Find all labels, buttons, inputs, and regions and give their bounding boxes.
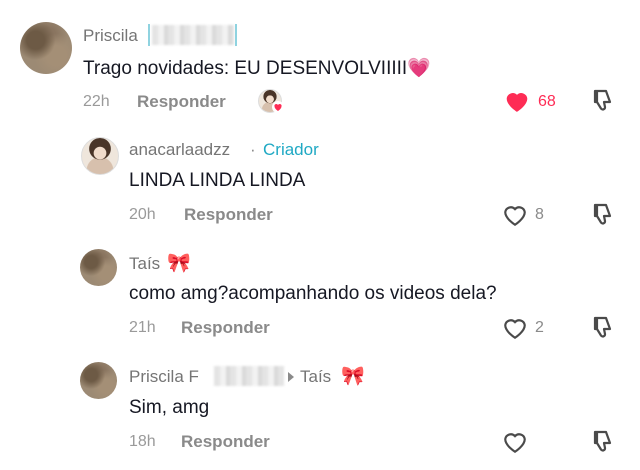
comment-text: Trago novidades: EU DESENVOLVIIIII💗	[83, 56, 431, 80]
heart-icon[interactable]	[502, 430, 528, 454]
heart-icon[interactable]	[502, 203, 528, 227]
comment-text: LINDA LINDA LINDA	[129, 170, 306, 191]
comment-time: 20h	[129, 206, 156, 223]
bow-emoji: 🎀	[167, 253, 191, 274]
separator-dot: ·	[250, 140, 256, 159]
dislike-icon[interactable]	[591, 429, 615, 455]
reply-arrow-icon	[288, 372, 294, 382]
avatar[interactable]	[80, 249, 117, 286]
like-count: 2	[535, 319, 544, 336]
like-count: 8	[535, 206, 544, 223]
reply-to-username[interactable]: Taís	[300, 367, 331, 387]
heart-icon[interactable]	[502, 316, 528, 340]
text-cursor	[148, 24, 150, 46]
comment-username[interactable]: anacarlaadzz	[129, 140, 230, 160]
comment-text: Sim, amg	[129, 397, 210, 418]
heart-icon[interactable]	[504, 89, 530, 113]
reply-button[interactable]: Responder	[181, 432, 270, 452]
comment-username[interactable]: Priscila	[83, 26, 138, 46]
comment-time: 21h	[129, 319, 156, 336]
dislike-icon[interactable]	[591, 88, 615, 114]
comment-text: como amg?acompanhando os videos dela?	[129, 283, 497, 304]
text-cursor	[235, 24, 237, 46]
comment-username[interactable]: Priscila F	[129, 367, 199, 387]
reply-button[interactable]: Responder	[184, 205, 273, 225]
dislike-icon[interactable]	[591, 202, 615, 228]
comment-time: 18h	[129, 433, 156, 450]
redacted-name	[152, 25, 234, 45]
creator-label: Criador	[263, 140, 319, 159]
like-count: 68	[538, 93, 556, 110]
heart-icon	[272, 101, 284, 113]
avatar[interactable]	[20, 22, 72, 74]
comment-text-body: Trago novidades: EU DESENVOLVIIIII	[83, 58, 408, 79]
comment-username[interactable]: Taís	[129, 254, 160, 274]
pink-heart-emoji: 💗	[407, 58, 431, 79]
reply-button[interactable]: Responder	[181, 318, 270, 338]
bow-emoji: 🎀	[341, 366, 365, 387]
comment-time: 22h	[83, 93, 110, 110]
avatar[interactable]	[81, 137, 119, 175]
dislike-icon[interactable]	[591, 315, 615, 341]
avatar[interactable]	[80, 362, 117, 399]
reply-button[interactable]: Responder	[137, 92, 226, 112]
redacted-name	[214, 366, 284, 386]
